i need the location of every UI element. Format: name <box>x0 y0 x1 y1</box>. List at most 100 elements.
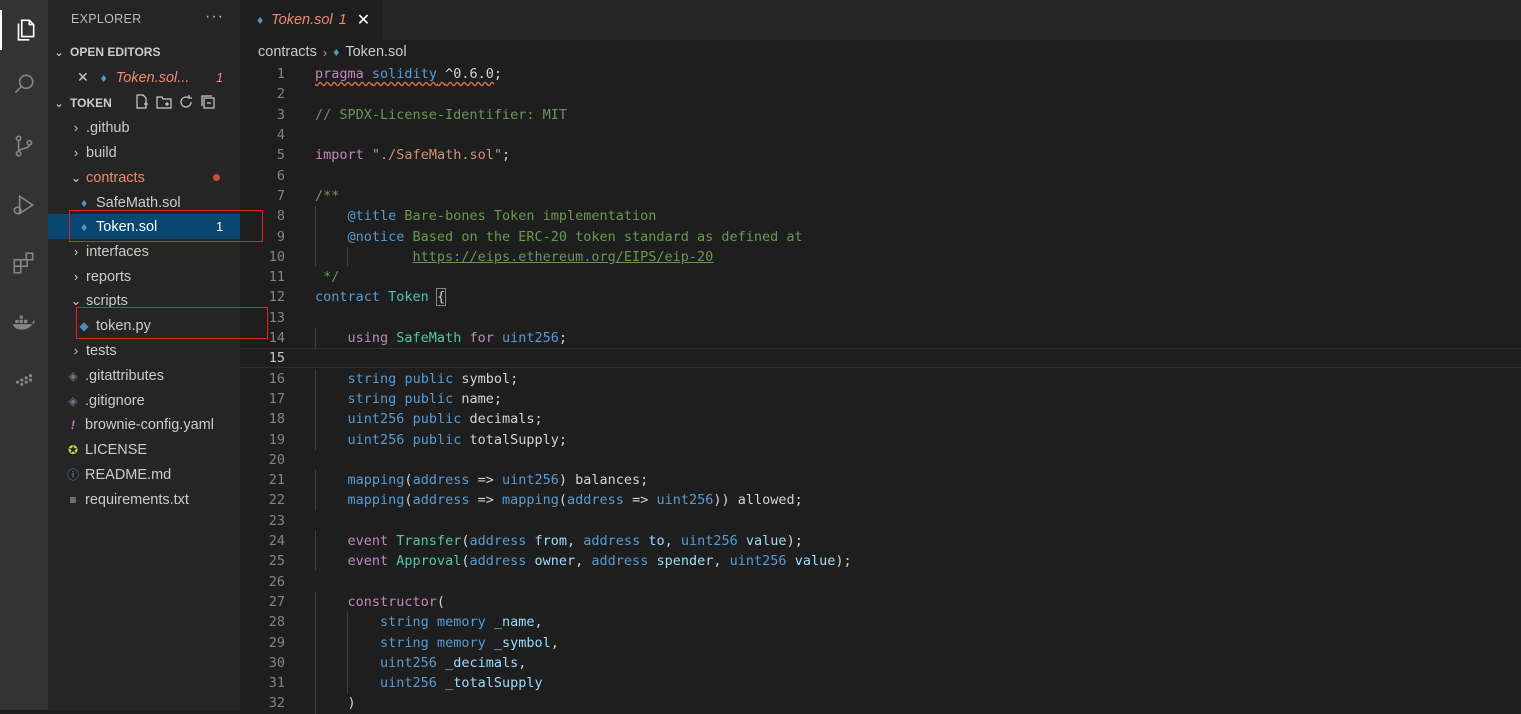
line-number: 30 <box>268 654 285 671</box>
line-number: 5 <box>276 147 285 164</box>
line-number: 1 <box>276 66 285 83</box>
line-number: 7 <box>276 187 285 204</box>
code-line[interactable]: 7 /** <box>240 186 1521 206</box>
collapse-all-icon[interactable] <box>200 94 216 113</box>
docker-icon[interactable] <box>0 302 48 342</box>
new-file-icon[interactable] <box>134 94 150 113</box>
tree-folder-contracts[interactable]: ⌄ contracts <box>48 165 240 190</box>
tree-file-readme[interactable]: ⓘ README.md <box>48 462 240 487</box>
open-editors-header[interactable]: ⌄ OPEN EDITORS <box>48 40 240 64</box>
code-text: uint256 public totalSupply; <box>347 431 568 448</box>
code-text: pragma solidity ^0.6.0; <box>315 66 503 83</box>
breadcrumb-file[interactable]: Token.sol <box>345 44 406 60</box>
close-icon[interactable]: ✕ <box>357 10 370 30</box>
code-text: /** <box>315 187 340 204</box>
breadcrumb-folder[interactable]: contracts <box>258 44 317 60</box>
code-line[interactable]: 27 constructor( <box>240 591 1521 613</box>
code-line[interactable]: 17 string public name; <box>240 388 1521 410</box>
code-text: ) <box>315 695 356 712</box>
code-text: uint256 public decimals; <box>347 411 543 428</box>
ethereum-file-icon: ♦ <box>100 70 107 85</box>
code-line[interactable]: 20 <box>240 450 1521 470</box>
line-number: 24 <box>268 533 285 550</box>
tree-file-brownie-config[interactable]: ! brownie-config.yaml <box>48 412 240 437</box>
code-line[interactable]: 10 https://eips.ethereum.org/EIPS/eip-20 <box>240 246 1521 267</box>
ethereum-file-icon: ♦ <box>333 45 340 59</box>
tree-file-gitattributes[interactable]: ◈ .gitattributes <box>48 363 240 388</box>
code-line[interactable]: 24 event Transfer(address from, address … <box>240 530 1521 552</box>
code-line[interactable]: 13 <box>240 308 1521 328</box>
tab-token-sol[interactable]: ♦ Token.sol 1 ✕ <box>240 0 382 40</box>
code-text: event Approval(address owner, address sp… <box>347 553 852 570</box>
code-line[interactable]: 28 string memory _name, <box>240 612 1521 633</box>
tree-folder-github[interactable]: › .github <box>48 115 240 140</box>
chevron-down-icon: ⌄ <box>70 169 82 185</box>
token-project-header[interactable]: ⌄ TOKEN <box>48 91 240 115</box>
code-line[interactable]: 22 mapping(address => mapping(address =>… <box>240 490 1521 511</box>
code-line[interactable]: 3 // SPDX-License-Identifier: MIT <box>240 105 1521 125</box>
code-line[interactable]: 23 <box>240 511 1521 531</box>
code-text: string public symbol; <box>347 370 519 387</box>
tree-folder-reports[interactable]: › reports <box>48 264 240 289</box>
code-line[interactable]: 11 */ <box>240 267 1521 287</box>
tree-file-requirements[interactable]: ≡ requirements.txt <box>48 487 240 512</box>
code-text: https://eips.ethereum.org/EIPS/eip-20 <box>412 248 714 265</box>
remote-explorer-icon[interactable] <box>0 360 48 400</box>
code-line[interactable]: 1 pragma solidity ^0.6.0; <box>240 64 1521 84</box>
tree-file-license[interactable]: ✪ LICENSE <box>48 437 240 462</box>
code-line[interactable]: 4 <box>240 125 1521 145</box>
activity-bar <box>0 0 48 710</box>
search-icon[interactable] <box>0 64 48 104</box>
line-number: 25 <box>268 553 285 570</box>
code-line[interactable]: 16 string public symbol; <box>240 368 1521 389</box>
text-file-icon: ≡ <box>69 492 77 507</box>
code-line[interactable]: 14 using SafeMath for uint256; <box>240 327 1521 349</box>
line-number: 6 <box>276 167 285 184</box>
code-line[interactable]: 15 <box>240 348 1521 369</box>
code-line[interactable]: 6 <box>240 166 1521 186</box>
code-line[interactable]: 8 @title Bare-bones Token implementation <box>240 206 1521 227</box>
line-number: 22 <box>268 492 285 509</box>
code-line[interactable]: 25 event Approval(address owner, address… <box>240 551 1521 572</box>
tree-folder-interfaces[interactable]: › interfaces <box>48 239 240 264</box>
extensions-icon[interactable] <box>0 243 48 283</box>
code-text: */ <box>315 269 340 286</box>
code-text: string public name; <box>347 390 502 407</box>
code-line[interactable]: 18 uint256 public decimals; <box>240 409 1521 430</box>
line-number: 18 <box>268 411 285 428</box>
refresh-icon[interactable] <box>178 94 194 113</box>
code-text: uint256 _totalSupply <box>380 675 543 692</box>
code-text: import "./SafeMath.sol"; <box>315 147 511 164</box>
code-line[interactable]: 5 import "./SafeMath.sol"; <box>240 145 1521 165</box>
explorer-icon[interactable] <box>0 10 48 50</box>
code-line[interactable]: 19 uint256 public totalSupply; <box>240 429 1521 450</box>
code-line[interactable]: 21 mapping(address => uint256) balances; <box>240 470 1521 491</box>
code-line[interactable]: 2 <box>240 84 1521 104</box>
line-number: 17 <box>268 390 285 407</box>
code-line[interactable]: 32 ) <box>240 693 1521 714</box>
code-line[interactable]: 29 string memory _symbol, <box>240 632 1521 653</box>
close-icon[interactable]: ✕ <box>77 69 89 86</box>
line-number: 31 <box>268 675 285 692</box>
line-number: 21 <box>268 472 285 489</box>
line-number: 15 <box>268 350 285 367</box>
code-line[interactable]: 9 @notice Based on the ERC-20 token stan… <box>240 226 1521 247</box>
tree-folder-build[interactable]: › build <box>48 140 240 165</box>
line-number: 32 <box>268 695 285 712</box>
code-line[interactable]: 26 <box>240 572 1521 592</box>
tree-file-gitignore[interactable]: ◈ .gitignore <box>48 388 240 413</box>
open-editor-item[interactable]: ✕ ♦ Token.sol... 1 <box>48 65 240 90</box>
run-debug-icon[interactable] <box>0 185 48 225</box>
line-number: 14 <box>268 330 285 347</box>
code-text: // SPDX-License-Identifier: MIT <box>315 106 567 123</box>
line-number: 11 <box>268 269 285 286</box>
code-line[interactable]: 31 uint256 _totalSupply <box>240 673 1521 694</box>
more-actions-button[interactable]: ··· <box>205 8 224 26</box>
code-line[interactable]: 12 contract Token { <box>240 287 1521 307</box>
source-control-icon[interactable] <box>0 126 48 166</box>
new-folder-icon[interactable] <box>156 94 172 113</box>
line-number: 2 <box>276 86 285 103</box>
code-text: uint256 _decimals, <box>380 654 527 671</box>
code-line[interactable]: 30 uint256 _decimals, <box>240 652 1521 673</box>
tree-folder-tests[interactable]: › tests <box>48 338 240 363</box>
